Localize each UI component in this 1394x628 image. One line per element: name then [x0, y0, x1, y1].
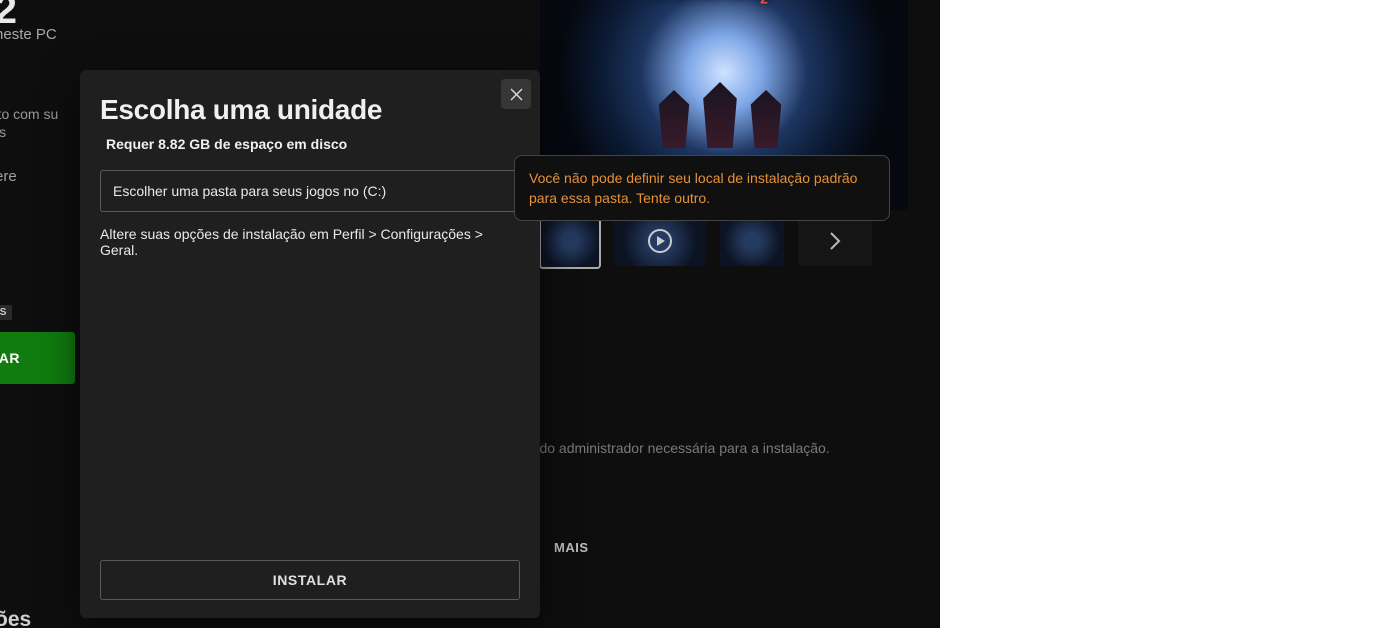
bottom-section-heading: ões	[0, 608, 31, 628]
thumbnail-video[interactable]	[614, 216, 706, 266]
gamepass-badge: E PASS	[0, 305, 12, 320]
account-text-fragment: conto com su Pass	[0, 105, 58, 141]
drive-folder-select[interactable]: Escolher uma pasta para seus jogos no (C…	[100, 170, 520, 212]
hero-figures	[620, 90, 820, 160]
hero-logo-main: ARAGAMI	[648, 0, 760, 3]
thumbnail[interactable]	[720, 216, 784, 266]
choose-drive-dialog: Escolha uma unidade Requer 8.82 GB de es…	[80, 70, 540, 618]
play-anywhere-label: Anywhere	[0, 168, 17, 185]
hero-logo-suffix: 2	[760, 0, 769, 6]
right-empty-area	[940, 0, 1394, 628]
play-icon	[648, 229, 672, 253]
admin-required-note: ão do administrador necessária para a in…	[520, 440, 830, 456]
close-icon	[510, 88, 523, 101]
account-line1: conto com su	[0, 105, 58, 123]
dialog-title: Escolha uma unidade	[100, 94, 520, 126]
thumbnails-next-button[interactable]	[798, 216, 872, 266]
thumbnail-selected[interactable]	[540, 214, 600, 268]
game-subtitle-fragment: m ótimo jogo neste PC	[0, 26, 57, 43]
hero-figure	[747, 90, 785, 148]
account-line2: Pass	[0, 123, 58, 141]
hero-logo-text: ARAGAMI2	[648, 0, 769, 6]
close-button[interactable]	[501, 79, 531, 109]
hero-figure	[699, 82, 741, 148]
chevron-right-icon	[829, 232, 841, 250]
disk-requirement: Requer 8.82 GB de espaço em disco	[106, 136, 520, 152]
more-tab[interactable]: MAIS	[554, 540, 589, 555]
install-primary-button[interactable]: AR	[0, 332, 75, 384]
error-tooltip: Você não pode definir seu local de insta…	[514, 155, 890, 221]
hero-figure	[655, 90, 693, 148]
media-thumbnails	[540, 214, 872, 268]
settings-hint: Altere suas opções de instalação em Perf…	[100, 226, 520, 258]
install-button[interactable]: INSTALAR	[100, 560, 520, 600]
